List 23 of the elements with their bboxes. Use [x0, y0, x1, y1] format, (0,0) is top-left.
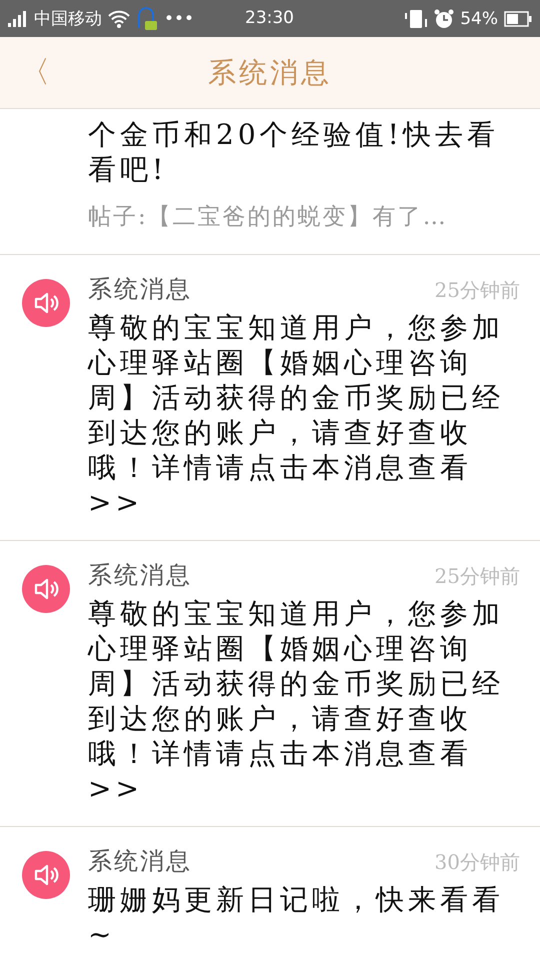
speaker-icon	[22, 279, 70, 327]
message-body[interactable]: 珊姗妈更新日记啦，快来看看~	[88, 882, 520, 952]
message-sender: 系统消息	[88, 846, 192, 877]
message-sender: 系统消息	[88, 560, 192, 591]
speaker-icon	[22, 565, 70, 613]
message-time: 25分钟前	[434, 563, 520, 590]
clock-time: 23:30	[245, 8, 294, 28]
more-indicator: •••	[164, 8, 194, 28]
speaker-icon	[22, 851, 70, 899]
battery-percent: 54%	[460, 8, 498, 28]
message-time: 25分钟前	[434, 277, 520, 304]
message-body: 个金币和20个经验值!快去看看吧!	[88, 117, 500, 187]
message-time: 30分钟前	[434, 849, 520, 876]
page-title: 系统消息	[208, 54, 332, 90]
signal-icon	[8, 10, 28, 26]
carrier-name: 中国移动	[34, 8, 102, 30]
message-sender: 系统消息	[88, 274, 192, 305]
vibrate-icon	[404, 8, 428, 28]
message-body[interactable]: 尊敬的宝宝知道用户，您参加心理驿站圈【婚姻心理咨询周】活动获得的金币奖励已经到达您的账户，请查好查收哦！详情请点击本消息查看>>	[88, 310, 520, 520]
battery-icon	[504, 10, 532, 26]
wifi-icon	[108, 10, 130, 28]
message-body[interactable]: 尊敬的宝宝知道用户，您参加心理驿站圈【婚姻心理咨询周】活动获得的金币奖励已经到达您的账户，请查好查收哦！详情请点击本消息查看>>	[88, 596, 520, 806]
alarm-clock-icon	[434, 8, 454, 28]
